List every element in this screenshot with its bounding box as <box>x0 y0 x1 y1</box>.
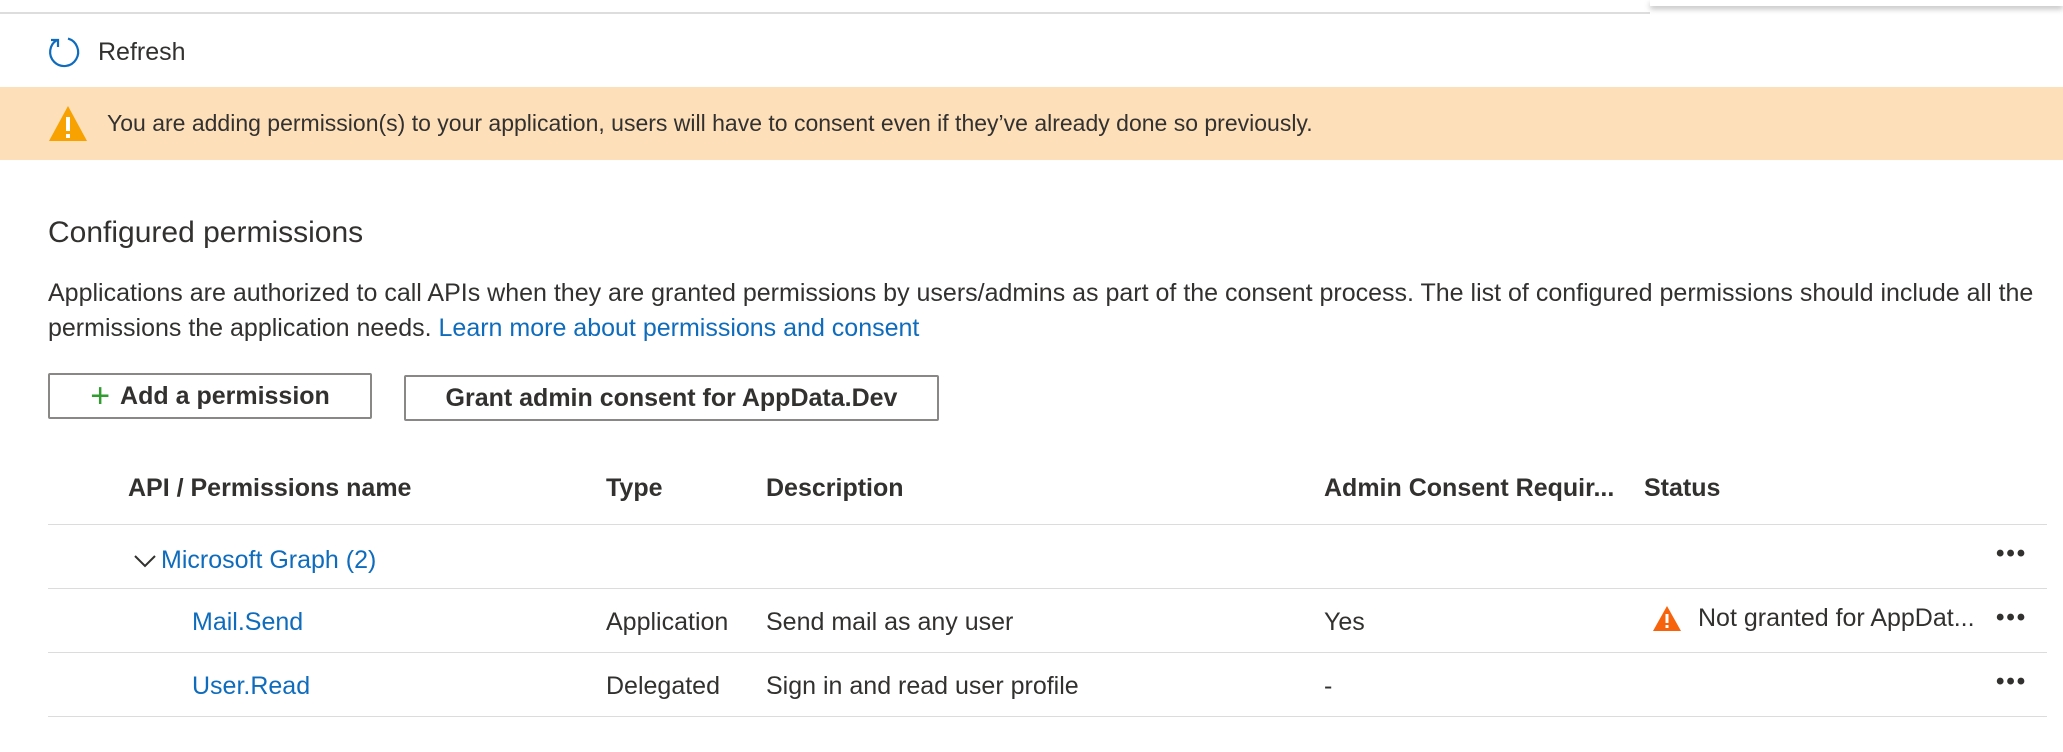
column-header-description[interactable]: Description <box>766 474 904 503</box>
refresh-button[interactable]: Refresh <box>46 32 186 72</box>
warning-icon <box>1652 605 1682 633</box>
group-label[interactable]: Microsoft Graph (2) <box>161 546 376 575</box>
status-text: Not granted for AppDat... <box>1698 604 1975 632</box>
permission-name-user-read[interactable]: User.Read <box>192 672 310 701</box>
refresh-label: Refresh <box>98 37 186 66</box>
description-text: Applications are authorized to call APIs… <box>48 279 2034 342</box>
plus-icon: + <box>90 377 111 415</box>
column-header-name[interactable]: API / Permissions name <box>128 474 411 503</box>
more-options-icon[interactable]: ••• <box>1996 540 2027 568</box>
grant-admin-consent-button[interactable]: Grant admin consent for AppData.Dev <box>404 375 939 421</box>
status-badge: Not granted for AppDat... <box>1652 604 1975 633</box>
learn-more-link[interactable]: Learn more about permissions and consent <box>439 314 920 342</box>
warning-icon <box>47 104 89 144</box>
row-divider <box>48 652 2047 653</box>
permission-name-mail-send[interactable]: Mail.Send <box>192 608 303 637</box>
chevron-down-icon <box>133 549 157 573</box>
column-header-type[interactable]: Type <box>606 474 663 503</box>
grant-admin-consent-label: Grant admin consent for AppData.Dev <box>445 383 898 412</box>
permission-description: Send mail as any user <box>766 608 1014 636</box>
permission-description: Sign in and read user profile <box>766 672 1079 700</box>
top-divider <box>0 12 1650 14</box>
section-title: Configured permissions <box>48 216 364 249</box>
more-options-icon[interactable]: ••• <box>1996 668 2027 696</box>
permission-type: Application <box>606 608 729 636</box>
more-options-icon[interactable]: ••• <box>1996 604 2027 632</box>
add-permission-label: Add a permission <box>120 381 330 410</box>
header-divider <box>48 524 2047 525</box>
warning-banner-text: You are adding permission(s) to your app… <box>107 110 1313 136</box>
section-description: Applications are authorized to call APIs… <box>48 276 2048 346</box>
row-divider <box>48 588 2047 589</box>
permission-type: Delegated <box>606 672 720 700</box>
admin-consent-value: - <box>1324 672 1333 700</box>
admin-consent-value: Yes <box>1324 608 1365 636</box>
group-row-microsoft-graph[interactable]: Microsoft Graph (2) <box>133 546 376 575</box>
column-header-status[interactable]: Status <box>1644 474 1720 503</box>
warning-banner: You are adding permission(s) to your app… <box>0 87 2063 160</box>
row-divider <box>48 716 2047 717</box>
column-header-admin-consent[interactable]: Admin Consent Requir... <box>1324 474 1614 503</box>
overlay-panel-edge <box>1650 0 2063 6</box>
refresh-icon <box>46 34 82 70</box>
add-permission-button[interactable]: + Add a permission <box>48 373 372 419</box>
